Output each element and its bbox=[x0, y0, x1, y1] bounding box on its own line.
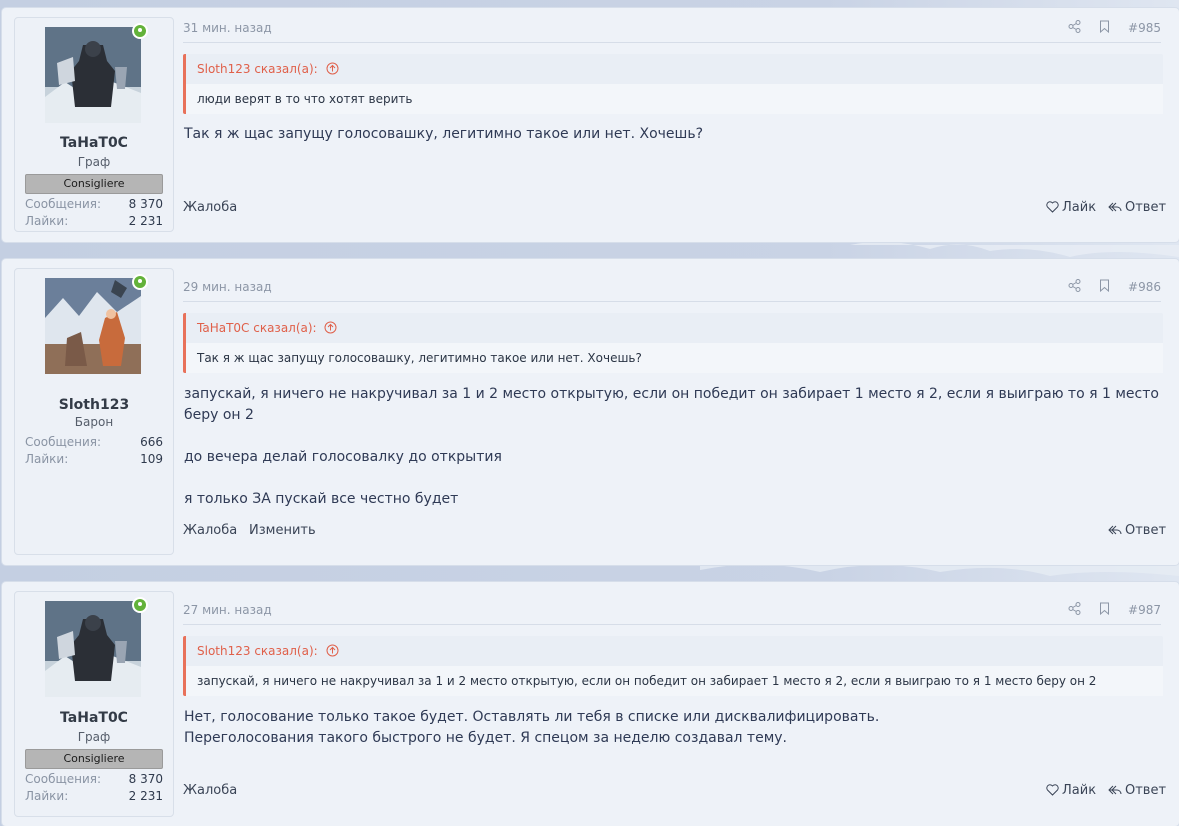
user-cell: TaHaT0C Граф Consigliere Сообщения: 8 37… bbox=[14, 17, 174, 232]
reply-button[interactable]: Ответ bbox=[1108, 783, 1166, 800]
edit-button[interactable]: Изменить bbox=[249, 523, 316, 538]
reply-icon bbox=[1108, 201, 1122, 217]
stat-value[interactable]: 666 bbox=[140, 435, 163, 449]
post-number[interactable]: #986 bbox=[1128, 280, 1161, 294]
stat-label: Лайки: bbox=[25, 789, 69, 803]
user-cell: Sloth123 Барон Сообщения: 666 Лайки: 109 bbox=[14, 268, 174, 555]
bookmark-icon[interactable] bbox=[1099, 20, 1110, 36]
like-button[interactable]: Лайк bbox=[1046, 200, 1096, 217]
bookmark-icon[interactable] bbox=[1099, 279, 1110, 295]
user-title: Граф bbox=[77, 730, 111, 744]
stat-likes: Лайки: 2 231 bbox=[25, 789, 163, 805]
bookmark-icon[interactable] bbox=[1099, 602, 1110, 618]
like-label: Лайк bbox=[1062, 200, 1097, 215]
share-icon[interactable] bbox=[1068, 20, 1081, 36]
post-meta-icons: #987 bbox=[1068, 602, 1161, 618]
stat-label: Лайки: bbox=[25, 452, 69, 466]
message-line: Переголосования такого быстрого не будет… bbox=[184, 730, 787, 746]
reply-label: Ответ bbox=[1125, 523, 1167, 538]
reply-button[interactable]: Ответ bbox=[1108, 200, 1166, 217]
quote-arrow-up-icon[interactable] bbox=[326, 56, 339, 86]
stat-value: 2 231 bbox=[128, 789, 163, 803]
user-title: Граф bbox=[77, 155, 111, 169]
report-button[interactable]: Жалоба bbox=[183, 200, 237, 215]
avatar[interactable] bbox=[45, 601, 141, 697]
avatar[interactable] bbox=[45, 27, 141, 123]
message-line: Нет, голосование только такое будет. Ост… bbox=[184, 709, 880, 725]
post-986: Sloth123 Барон Сообщения: 666 Лайки: 109… bbox=[2, 259, 1179, 565]
reply-label: Ответ bbox=[1125, 200, 1167, 215]
stat-label: Сообщения: bbox=[25, 197, 102, 211]
quote-arrow-up-icon[interactable] bbox=[326, 638, 339, 668]
user-cell: TaHaT0C Граф Consigliere Сообщения: 8 37… bbox=[14, 591, 174, 817]
online-status-icon bbox=[132, 597, 148, 613]
quote-header[interactable]: Sloth123 сказал(а): bbox=[186, 636, 1163, 666]
report-button[interactable]: Жалоба bbox=[183, 523, 237, 538]
stat-messages: Сообщения: 8 370 bbox=[25, 197, 163, 213]
stat-messages: Сообщения: 8 370 bbox=[25, 772, 163, 788]
post-987: TaHaT0C Граф Consigliere Сообщения: 8 37… bbox=[2, 582, 1179, 826]
message-line: до вечера делай голосовалку до открытия bbox=[184, 449, 502, 465]
like-label: Лайк bbox=[1062, 783, 1097, 798]
online-status-icon bbox=[132, 23, 148, 39]
reply-label: Ответ bbox=[1125, 783, 1167, 798]
stat-likes: Лайки: 2 231 bbox=[25, 214, 163, 230]
quote-block: TaHaT0C сказал(а): Так я ж щас запущу го… bbox=[183, 313, 1163, 373]
divider bbox=[183, 624, 1161, 625]
post-985: TaHaT0C Граф Consigliere Сообщения: 8 37… bbox=[2, 8, 1179, 242]
user-banner: Consigliere bbox=[25, 749, 163, 769]
reply-button[interactable]: Ответ bbox=[1108, 523, 1166, 540]
message-line: запускай, я ничего не накручивал за 1 и … bbox=[184, 386, 1159, 423]
quote-author[interactable]: TaHaT0C сказал(а): bbox=[197, 321, 317, 335]
quote-block: Sloth123 сказал(а): люди верят в то что … bbox=[183, 54, 1163, 114]
quote-text: Так я ж щас запущу голосовашку, легитимн… bbox=[186, 343, 1163, 373]
divider bbox=[183, 301, 1161, 302]
quote-text: люди верят в то что хотят верить bbox=[186, 84, 1163, 114]
username[interactable]: TaHaT0C bbox=[15, 135, 173, 151]
user-title: Барон bbox=[74, 415, 114, 429]
stat-label: Лайки: bbox=[25, 214, 69, 228]
heart-icon bbox=[1046, 784, 1059, 800]
stat-value[interactable]: 8 370 bbox=[129, 772, 163, 786]
post-meta-icons: #986 bbox=[1068, 279, 1161, 295]
message-line: Так я ж щас запущу голосовашку, легитимн… bbox=[184, 126, 704, 142]
quote-arrow-up-icon[interactable] bbox=[324, 315, 337, 345]
quote-author[interactable]: Sloth123 сказал(а): bbox=[197, 62, 318, 76]
username[interactable]: Sloth123 bbox=[15, 397, 173, 413]
stat-value[interactable]: 8 370 bbox=[129, 197, 163, 211]
stat-messages: Сообщения: 666 bbox=[25, 435, 163, 451]
post-number[interactable]: #987 bbox=[1128, 603, 1161, 617]
online-status-icon bbox=[132, 274, 148, 290]
post-time[interactable]: 29 мин. назад bbox=[183, 280, 272, 294]
heart-icon bbox=[1046, 201, 1059, 217]
post-time[interactable]: 31 мин. назад bbox=[183, 21, 272, 35]
stat-likes: Лайки: 109 bbox=[25, 452, 163, 468]
divider bbox=[183, 42, 1161, 43]
share-icon[interactable] bbox=[1068, 602, 1081, 618]
reply-icon bbox=[1108, 784, 1122, 800]
quote-block: Sloth123 сказал(а): запускай, я ничего н… bbox=[183, 636, 1163, 696]
post-meta-icons: #985 bbox=[1068, 20, 1161, 36]
username[interactable]: TaHaT0C bbox=[15, 710, 173, 726]
stat-value: 109 bbox=[140, 452, 163, 466]
user-banner: Consigliere bbox=[25, 174, 163, 194]
stat-value: 2 231 bbox=[128, 214, 163, 228]
like-button[interactable]: Лайк bbox=[1046, 783, 1096, 800]
post-number[interactable]: #985 bbox=[1128, 21, 1161, 35]
message-line: я только ЗА пускай все честно будет bbox=[184, 491, 459, 507]
quote-text: запускай, я ничего не накручивал за 1 и … bbox=[186, 666, 1163, 696]
share-icon[interactable] bbox=[1068, 279, 1081, 295]
avatar[interactable] bbox=[45, 278, 141, 374]
stat-label: Сообщения: bbox=[25, 772, 102, 786]
quote-header[interactable]: Sloth123 сказал(а): bbox=[186, 54, 1163, 84]
report-button[interactable]: Жалоба bbox=[183, 783, 237, 798]
reply-icon bbox=[1108, 524, 1122, 540]
stat-label: Сообщения: bbox=[25, 435, 102, 449]
quote-header[interactable]: TaHaT0C сказал(а): bbox=[186, 313, 1163, 343]
post-time[interactable]: 27 мин. назад bbox=[183, 603, 272, 617]
quote-author[interactable]: Sloth123 сказал(а): bbox=[197, 644, 318, 658]
